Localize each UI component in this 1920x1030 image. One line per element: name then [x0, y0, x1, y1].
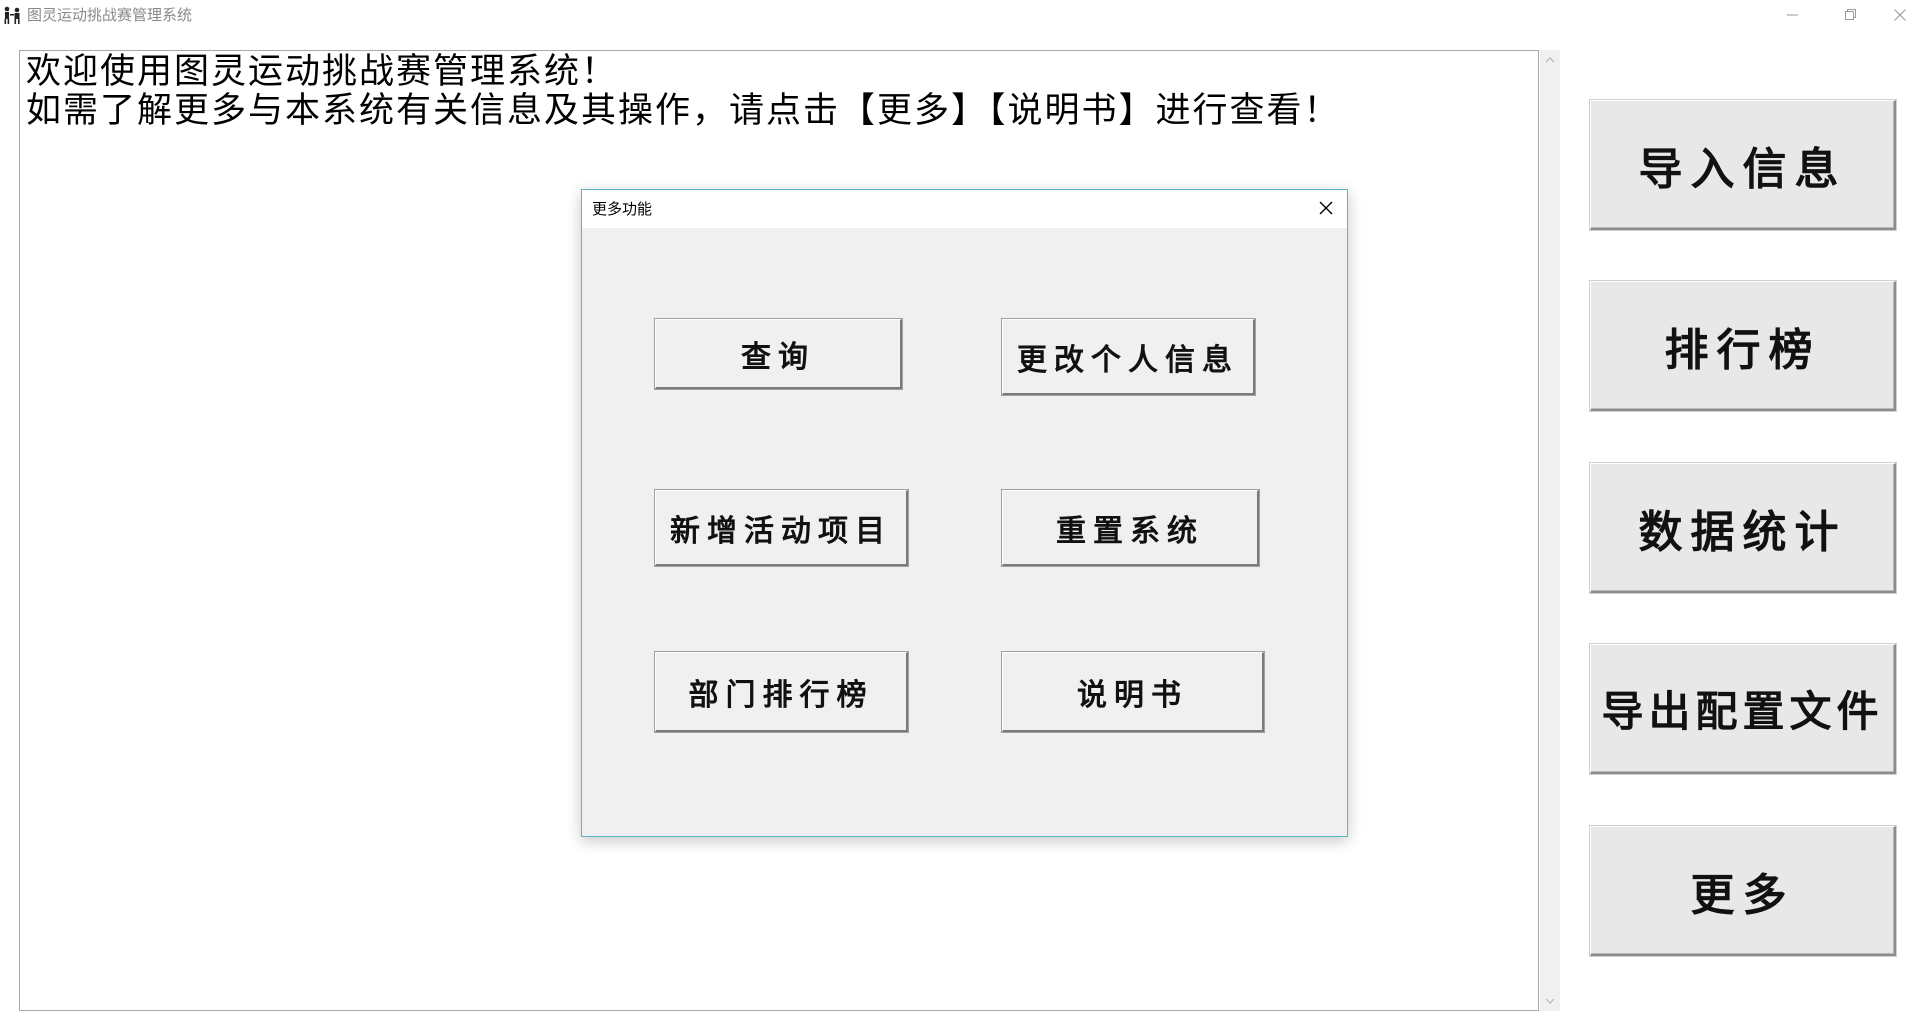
dialog-title-bar: 更多功能 [582, 190, 1347, 228]
more-button[interactable]: 更多 [1590, 826, 1896, 956]
leaderboard-button[interactable]: 排行榜 [1590, 281, 1896, 411]
scroll-up-icon[interactable] [1543, 53, 1557, 67]
data-statistics-button[interactable]: 数据统计 [1590, 463, 1896, 593]
dialog-title: 更多功能 [592, 200, 653, 218]
people-app-icon [2, 6, 24, 24]
welcome-line-2: 如需了解更多与本系统有关信息及其操作，请点击【更多】【说明书】进行查看！ [26, 91, 1341, 131]
window-title: 图灵运动挑战赛管理系统 [27, 6, 193, 24]
query-button[interactable]: 查询 [655, 319, 902, 389]
close-icon [1319, 200, 1333, 219]
import-info-button[interactable]: 导入信息 [1590, 100, 1896, 230]
department-leaderboard-button[interactable]: 部门排行榜 [655, 652, 908, 732]
reset-system-button[interactable]: 重置系统 [1002, 490, 1259, 566]
scroll-down-icon[interactable] [1543, 994, 1557, 1008]
vertical-scrollbar[interactable] [1540, 50, 1560, 1011]
close-button[interactable] [1880, 0, 1920, 30]
manual-button[interactable]: 说明书 [1002, 652, 1264, 732]
minimize-icon [1787, 9, 1799, 21]
restore-button[interactable] [1822, 0, 1880, 30]
export-config-button[interactable]: 导出配置文件 [1590, 644, 1896, 774]
minimize-button[interactable] [1764, 0, 1822, 30]
dialog-close-button[interactable] [1313, 196, 1339, 222]
close-icon [1894, 9, 1906, 21]
main-window: 图灵运动挑战赛管理系统 欢迎使用图灵运动挑战赛管理系统！ 如需了解更多与本系统有… [0, 0, 1920, 1030]
welcome-line-1: 欢迎使用图灵运动挑战赛管理系统！ [26, 52, 619, 92]
title-bar: 图灵运动挑战赛管理系统 [0, 0, 1920, 30]
welcome-text: 欢迎使用图灵运动挑战赛管理系统！ 如需了解更多与本系统有关信息及其操作，请点击【… [26, 53, 1341, 131]
add-activity-button[interactable]: 新增活动项目 [655, 490, 908, 566]
edit-personal-info-button[interactable]: 更改个人信息 [1002, 319, 1255, 395]
more-functions-dialog: 更多功能 查询 更改个人信息 新增活动项目 重置系统 部门排行榜 说明书 [581, 189, 1348, 837]
restore-icon [1845, 9, 1857, 21]
